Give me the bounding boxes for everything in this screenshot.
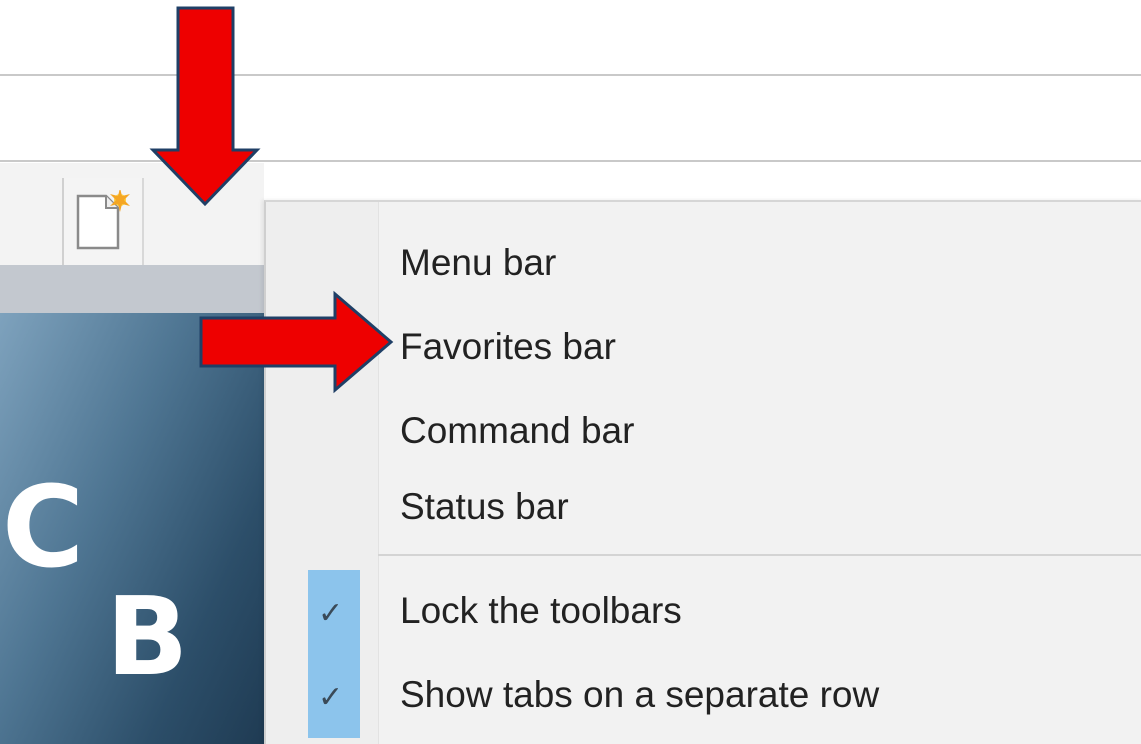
red-arrow-right-icon [199, 290, 394, 394]
new-tab-icon [76, 190, 130, 250]
menu-item-menu-bar[interactable]: Menu bar [266, 222, 1141, 306]
menu-item-status-bar[interactable]: Status bar [266, 466, 1141, 550]
menu-item-label: Show tabs on a separate row [400, 674, 880, 715]
menu-item-command-bar[interactable]: Command bar [266, 390, 1141, 474]
menu-item-label: Favorites bar [400, 326, 616, 367]
menu-item-lock-toolbars[interactable]: ✓ Lock the toolbars [266, 570, 1141, 654]
toolbar-context-menu: Menu bar Favorites bar Command bar Statu… [264, 200, 1141, 744]
menu-item-favorites-bar[interactable]: Favorites bar [266, 306, 1141, 390]
logo-letter: B [106, 575, 189, 700]
menu-item-label: Command bar [400, 410, 635, 451]
check-highlight: ✓ [308, 654, 360, 738]
new-tab-button[interactable] [64, 178, 142, 265]
tab-separator [142, 178, 144, 265]
check-highlight: ✓ [308, 570, 360, 654]
checkmark-icon: ✓ [318, 681, 344, 714]
menu-item-tabs-separate-row[interactable]: ✓ Show tabs on a separate row [266, 654, 1141, 738]
red-arrow-down-icon [149, 6, 261, 207]
logo-letter: C [2, 463, 85, 593]
menu-separator [378, 554, 1141, 556]
menu-item-label: Status bar [400, 486, 569, 527]
checkmark-icon: ✓ [318, 597, 344, 630]
menu-item-label: Menu bar [400, 242, 557, 283]
menu-item-label: Lock the toolbars [400, 590, 682, 631]
